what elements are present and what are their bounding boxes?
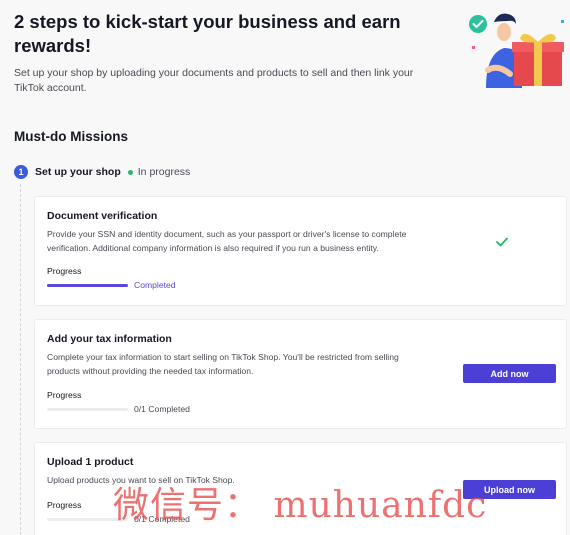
progress-label: Progress — [47, 390, 82, 400]
progress-bar — [47, 284, 128, 287]
step-title: Set up your shop — [35, 166, 121, 178]
step-header: 1 Set up your shop In progress — [14, 165, 190, 179]
card-title: Add your tax information — [47, 333, 172, 345]
timeline-line — [20, 184, 21, 535]
card-title: Upload 1 product — [47, 456, 134, 468]
step-status: In progress — [127, 166, 191, 178]
progress-label: Progress — [47, 266, 82, 276]
progress-text: Completed — [134, 280, 176, 290]
step-number-badge: 1 — [14, 165, 28, 179]
watermark-overlay: 微信号： muhuanfdc — [113, 485, 488, 526]
page-subtitle: Set up your shop by uploading your docum… — [14, 67, 414, 94]
section-title: Must-do Missions — [14, 129, 128, 144]
illustration-person-gift — [469, 13, 564, 88]
progress-label: Progress — [47, 500, 82, 510]
card-description: Complete your tax information to start s… — [47, 352, 399, 376]
check-icon — [496, 237, 508, 247]
page-title: 2 steps to kick-start your business and … — [14, 11, 401, 56]
hero-section: 2 steps to kick-start your business and … — [14, 10, 434, 96]
card-document-verification: Document verification Provide your SSN a… — [34, 196, 567, 306]
progress-text: 0/1 Completed — [134, 404, 190, 414]
step-status-label: In progress — [137, 166, 191, 178]
add-now-button[interactable]: Add now — [463, 364, 556, 383]
progress-bar — [47, 408, 128, 411]
card-title: Document verification — [47, 210, 158, 222]
status-dot — [127, 169, 133, 175]
card-tax-information: Add your tax information Complete your t… — [34, 319, 567, 429]
progress-bar-fill — [47, 284, 128, 287]
card-description: Provide your SSN and identity document, … — [47, 229, 407, 253]
